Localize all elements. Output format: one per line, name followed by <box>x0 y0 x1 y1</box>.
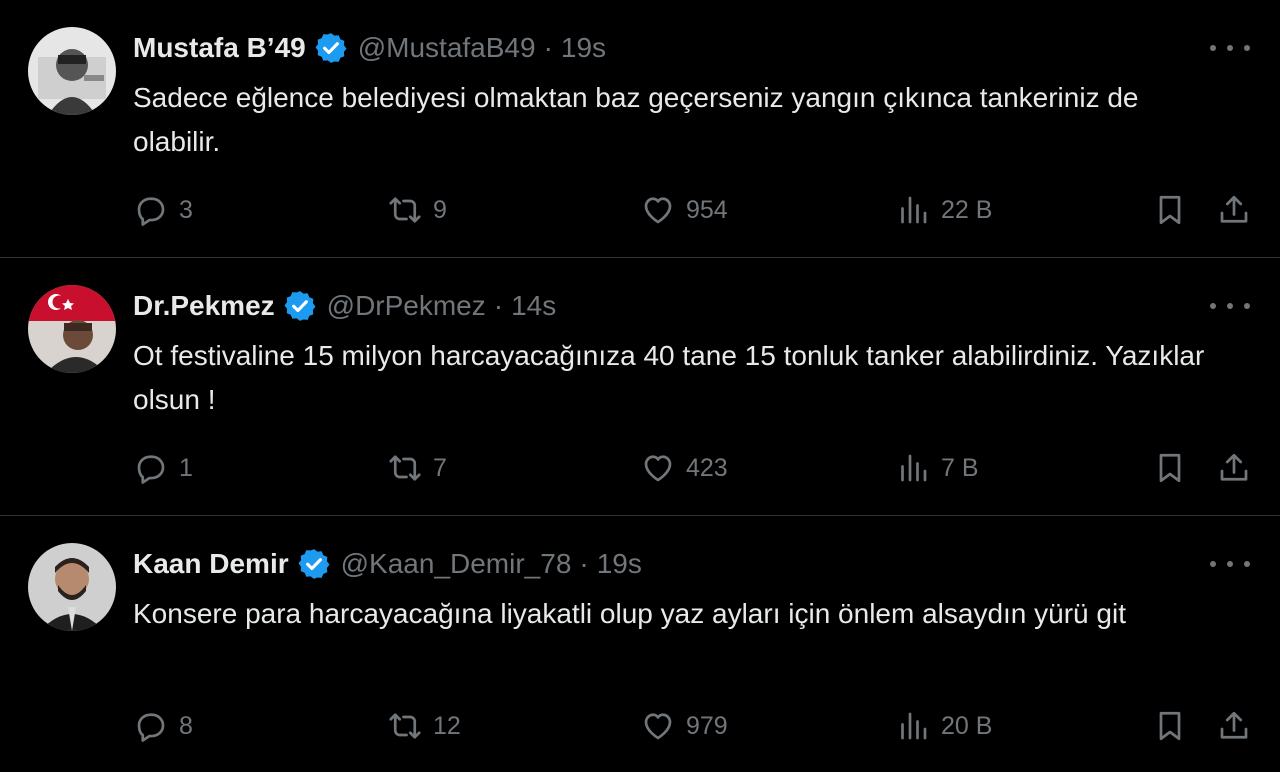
bookmark-button[interactable] <box>1152 190 1188 230</box>
separator-dot: · <box>493 290 504 321</box>
retweet-button[interactable]: 12 <box>387 706 461 746</box>
bookmark-icon <box>1159 195 1181 225</box>
share-button[interactable] <box>1216 190 1252 230</box>
reply-count: 8 <box>179 711 193 740</box>
like-button[interactable]: 954 <box>640 190 728 230</box>
tweet-text: Konsere para harcayacağına liyakatli olu… <box>133 598 1126 629</box>
reply-count: 3 <box>179 195 193 224</box>
retweet-button[interactable]: 9 <box>387 190 447 230</box>
timestamp[interactable]: 14s <box>511 290 556 322</box>
like-count: 423 <box>686 453 728 482</box>
display-name[interactable]: Kaan Demir <box>133 548 289 580</box>
user-handle[interactable]: @DrPekmez <box>327 290 486 322</box>
views-chart-icon <box>901 712 927 740</box>
more-options-icon[interactable] <box>1210 294 1250 318</box>
more-options-icon[interactable] <box>1210 36 1250 60</box>
user-handle[interactable]: @Kaan_Demir_78 <box>341 548 572 580</box>
views-button[interactable]: 7 B <box>895 448 979 488</box>
share-icon <box>1220 711 1248 739</box>
reply-count: 1 <box>179 453 193 482</box>
avatar[interactable] <box>28 27 116 115</box>
tweet-actions: 8 12 979 20 B <box>0 706 1280 746</box>
share-button[interactable] <box>1216 706 1252 746</box>
views-count: 20 B <box>941 711 993 740</box>
heart-icon <box>644 713 672 740</box>
retweet-count: 7 <box>433 453 447 482</box>
tweet[interactable]: Mustafa B’49 @MustafaB49 · 19s Sadece eğ… <box>0 0 1280 258</box>
views-button[interactable]: 22 B <box>895 190 992 230</box>
reply-button[interactable]: 8 <box>133 706 193 746</box>
avatar[interactable] <box>28 543 116 631</box>
verified-badge-icon <box>283 289 317 323</box>
more-options-icon[interactable] <box>1210 552 1250 576</box>
retweet-count: 12 <box>433 711 461 740</box>
retweet-button[interactable]: 7 <box>387 448 447 488</box>
like-count: 979 <box>686 711 728 740</box>
timestamp[interactable]: 19s <box>597 548 642 580</box>
views-chart-icon <box>901 454 927 482</box>
bookmark-button[interactable] <box>1152 706 1188 746</box>
like-button[interactable]: 979 <box>640 706 728 746</box>
share-icon <box>1220 453 1248 481</box>
reply-icon <box>137 455 165 484</box>
bookmark-button[interactable] <box>1152 448 1188 488</box>
heart-icon <box>644 197 672 224</box>
bookmark-icon <box>1159 453 1181 483</box>
avatar[interactable] <box>28 285 116 373</box>
views-chart-icon <box>901 196 927 224</box>
views-count: 7 B <box>941 453 979 482</box>
bookmark-icon <box>1159 711 1181 741</box>
reply-button[interactable]: 3 <box>133 190 193 230</box>
display-name[interactable]: Mustafa B’49 <box>133 32 306 64</box>
retweet-count: 9 <box>433 195 447 224</box>
heart-icon <box>644 455 672 482</box>
share-icon <box>1220 195 1248 223</box>
tweet-text: Sadece eğlence belediyesi olmaktan baz g… <box>133 82 1139 157</box>
like-button[interactable]: 423 <box>640 448 728 488</box>
reply-icon <box>137 197 165 226</box>
retweet-icon <box>389 197 421 223</box>
separator-dot: · <box>579 548 589 579</box>
tweet[interactable]: Kaan Demir @Kaan_Demir_78 · 19s Konsere … <box>0 516 1280 772</box>
reply-button[interactable]: 1 <box>133 448 193 488</box>
verified-badge-icon <box>314 31 348 65</box>
retweet-icon <box>389 713 421 739</box>
display-name[interactable]: Dr.Pekmez <box>133 290 275 322</box>
tweet-actions: 3 9 954 22 B <box>0 190 1280 230</box>
reply-icon <box>137 713 165 742</box>
tweet-text: Ot festivaline 15 milyon harcayacağınıza… <box>133 340 1205 415</box>
like-count: 954 <box>686 195 728 224</box>
views-button[interactable]: 20 B <box>895 706 992 746</box>
tweet[interactable]: Dr.Pekmez @DrPekmez · 14s Ot festivaline… <box>0 258 1280 516</box>
separator-dot: · <box>543 32 553 63</box>
retweet-icon <box>389 455 421 481</box>
timestamp[interactable]: 19s <box>561 32 606 64</box>
user-handle[interactable]: @MustafaB49 <box>358 32 536 64</box>
tweet-actions: 1 7 423 7 B <box>0 448 1280 488</box>
share-button[interactable] <box>1216 448 1252 488</box>
views-count: 22 B <box>941 195 993 224</box>
verified-badge-icon <box>297 547 331 581</box>
